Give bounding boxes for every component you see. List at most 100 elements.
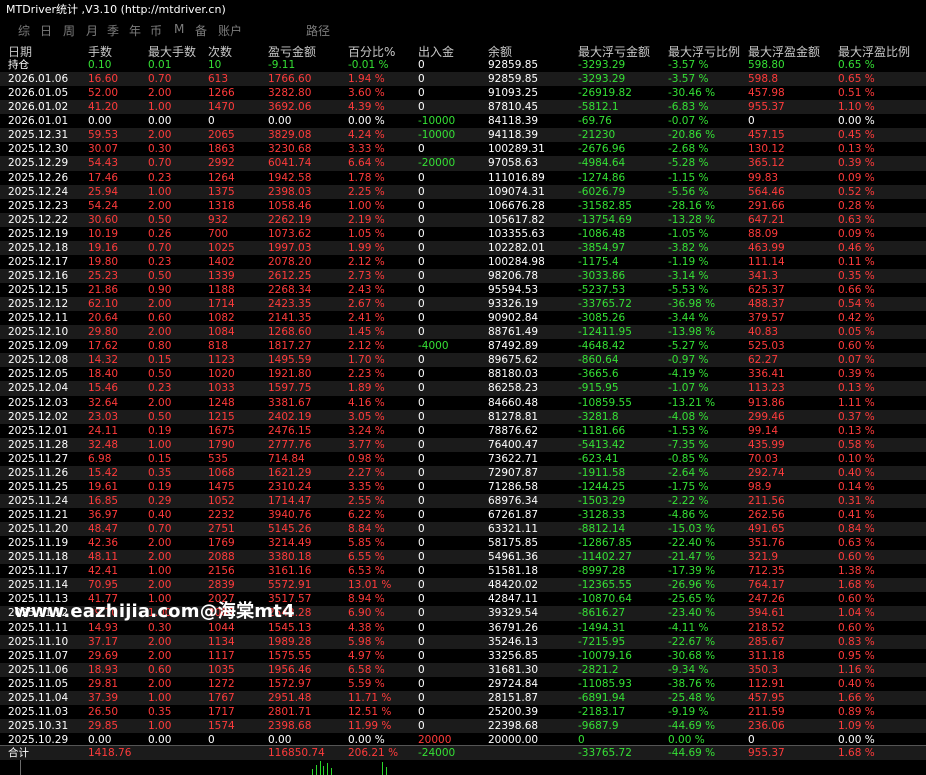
- cell-max-float-loss-pct: -3.57 %: [668, 59, 709, 71]
- cell-count: 2992: [208, 157, 235, 170]
- cell-max-float-loss-pct: -7.35 %: [668, 438, 709, 451]
- table-row[interactable]: 2025.12.08 14.32 0.15 1123 1495.59 1.70 % 0 896…: [0, 353, 926, 368]
- cell-max-float-profit-pct: 0.54 %: [838, 298, 875, 311]
- table-row[interactable]: 2025.11.26 15.42 0.35 1068 1621.29 2.27 % 0 729…: [0, 465, 926, 480]
- table-row[interactable]: 2025.11.03 26.50 0.35 1717 2801.71 12.51 % 0 25…: [0, 705, 926, 719]
- table-row[interactable]: 2025.11.28 32.48 1.00 1790 2777.76 3.77 % 0 764…: [0, 437, 926, 452]
- cell-max-float-loss: -3293.29: [578, 59, 626, 71]
- table-row[interactable]: 2025.12.11 20.64 0.60 1082 2141.35 2.41 % 0 909…: [0, 311, 926, 325]
- table-row[interactable]: 2025.12.30 30.07 0.30 1863 3230.68 3.33 % 0 100…: [0, 142, 926, 156]
- cell-deposit-withdraw: 0: [418, 677, 425, 690]
- cell-pnl: 2801.71: [268, 705, 312, 718]
- table-row[interactable]: 2025.11.10 37.17 2.00 1134 1989.28 5.98 % 0 352…: [0, 634, 926, 649]
- table-row[interactable]: 2025.12.24 25.94 1.00 1375 2398.03 2.25 % 0 109…: [0, 184, 926, 199]
- cell-max-float-profit-pct: 0.52 %: [838, 185, 875, 198]
- cell-count: 0: [208, 115, 215, 128]
- table-row[interactable]: 2025.11.24 16.85 0.29 1052 1714.47 2.55 % 0 689…: [0, 493, 926, 508]
- cell-percent: 4.97 %: [348, 649, 385, 662]
- tab-m[interactable]: M: [174, 22, 184, 36]
- table-row[interactable]: 2025.11.05 29.81 2.00 1272 1572.97 5.59 % 0 297…: [0, 677, 926, 691]
- tab-account[interactable]: 账户: [218, 22, 242, 39]
- cell-balance: 68976.34: [488, 494, 539, 507]
- table-row[interactable]: 2025.12.22 30.60 0.50 932 2262.19 2.19 % 0 1056…: [0, 212, 926, 227]
- table-row[interactable]: 2025.11.06 18.93 0.60 1035 1956.46 6.58 % 0 316…: [0, 662, 926, 677]
- table-row[interactable]: 2025.11.14 70.95 2.00 2839 5572.91 13.01 % 0 48…: [0, 578, 926, 593]
- tab-week[interactable]: 周: [63, 22, 75, 39]
- table-row[interactable]: 持仓 0.10 0.01 10 -9.11 -0.01 % 0 92859.85 -3293.2…: [0, 58, 926, 72]
- cell-max-float-profit-pct: 1.10 %: [838, 101, 875, 114]
- cell-max-float-profit-pct: 0.63 %: [838, 537, 875, 550]
- table-row[interactable]: 2025.12.02 23.03 0.50 1215 2402.19 3.05 % 0 812…: [0, 409, 926, 424]
- cell-deposit-withdraw: 0: [418, 255, 425, 268]
- cell-count: 1475: [208, 480, 235, 493]
- tab-note[interactable]: 备: [195, 22, 207, 39]
- cell-lots: 30.60: [88, 213, 119, 226]
- table-row[interactable]: 2025.11.19 42.36 2.00 1769 3214.49 5.85 % 0 581…: [0, 536, 926, 550]
- cell-date: 2025.12.31: [8, 129, 69, 142]
- table-row[interactable]: 2025.12.16 25.23 0.50 1339 2612.25 2.73 % 0 982…: [0, 268, 926, 283]
- table-row[interactable]: 2026.01.01 0.00 0.00 0 0.00 0.00 % -10000 84118…: [0, 114, 926, 128]
- table-row[interactable]: 2025.12.18 19.16 0.70 1025 1997.03 1.99 % 0 102…: [0, 240, 926, 255]
- table-row[interactable]: 2025.12.12 62.10 2.00 1714 2423.35 2.67 % 0 933…: [0, 297, 926, 312]
- cell-count: 1215: [208, 410, 235, 423]
- cell-count: 1717: [208, 705, 235, 718]
- cell-pnl: 3214.49: [268, 537, 312, 550]
- table-row[interactable]: 2025.12.15 21.86 0.90 1188 2268.34 2.43 % 0 955…: [0, 283, 926, 297]
- table-row[interactable]: 2026.01.02 41.20 1.00 1470 3692.06 4.39 % 0 878…: [0, 100, 926, 115]
- table-row[interactable]: 2026.01.06 16.60 0.70 613 1766.60 1.94 % 0 9285…: [0, 72, 926, 87]
- table-row[interactable]: 2025.11.07 29.69 2.00 1117 1575.55 4.97 % 0 332…: [0, 649, 926, 663]
- tab-month[interactable]: 月: [86, 22, 98, 39]
- cell-percent: 4.38 %: [348, 621, 385, 634]
- cell-max-float-loss-pct: -30.46 %: [668, 87, 716, 100]
- cell-percent: 2.12 %: [348, 340, 385, 353]
- tab-quarter[interactable]: 季: [107, 22, 119, 39]
- cell-max-float-profit-pct: 0.60 %: [838, 340, 875, 353]
- tab-year[interactable]: 年: [129, 22, 141, 39]
- table-row[interactable]: 2025.11.21 36.97 0.40 2232 3940.76 6.22 % 0 672…: [0, 508, 926, 522]
- table-row[interactable]: 2025.12.31 59.53 2.00 2065 3829.08 4.24 % -100…: [0, 128, 926, 143]
- table-row[interactable]: 2025.12.05 18.40 0.50 1020 1921.80 2.23 % 0 881…: [0, 367, 926, 381]
- cell-date: 2025.12.29: [8, 157, 69, 170]
- table-row[interactable]: 2025.12.26 17.46 0.23 1264 1942.58 1.78 % 0 111…: [0, 171, 926, 185]
- tab-path[interactable]: 路径: [306, 22, 330, 39]
- table-row[interactable]: 2026.01.05 52.00 2.00 1266 3282.80 3.60 % 0 910…: [0, 86, 926, 100]
- cell-pnl: 5145.26: [268, 523, 312, 536]
- table-row[interactable]: 2025.12.23 54.24 2.00 1318 1058.46 1.00 % 0 106…: [0, 199, 926, 213]
- cell-pnl: 2398.68: [268, 719, 312, 732]
- table-row[interactable]: 2025.11.04 37.39 1.00 1767 2951.48 11.71 % 0 28…: [0, 690, 926, 705]
- table-row[interactable]: 2025.11.18 48.11 2.00 2088 3380.18 6.55 % 0 549…: [0, 550, 926, 565]
- cell-percent: 0.98 %: [348, 452, 385, 465]
- cell-count: 2839: [208, 579, 235, 592]
- table-row[interactable]: 2025.12.01 24.11 0.19 1675 2476.15 3.24 % 0 788…: [0, 424, 926, 438]
- table-row[interactable]: 2025.12.10 29.80 2.00 1084 1268.60 1.45 % 0 887…: [0, 325, 926, 340]
- table-row[interactable]: 2025.12.17 19.80 0.23 1402 2078.20 2.12 % 0 100…: [0, 255, 926, 269]
- table-row[interactable]: 2025.12.19 10.19 0.26 700 1073.62 1.05 % 0 1033…: [0, 227, 926, 241]
- table-row[interactable]: 2025.11.27 6.98 0.15 535 714.84 0.98 % 0 73622.…: [0, 452, 926, 466]
- cell-deposit-withdraw: 0: [418, 354, 425, 367]
- cell-deposit-withdraw: 0: [418, 213, 425, 226]
- cell-lots: 42.41: [88, 565, 119, 578]
- tab-currency[interactable]: 币: [150, 22, 162, 39]
- table-row[interactable]: 2025.12.03 32.64 2.00 1248 3381.67 4.16 % 0 846…: [0, 396, 926, 410]
- cell-lots: 48.11: [88, 551, 119, 564]
- cell-date: 2025.11.28: [8, 438, 69, 451]
- table-row[interactable]: 2025.12.29 54.43 0.70 2992 6041.74 6.64 % -200…: [0, 156, 926, 171]
- cell-max-lots: 0.70: [148, 523, 172, 536]
- cell-pnl: 1997.03: [268, 241, 312, 254]
- cell-lots: 29.80: [88, 326, 119, 339]
- cell-lots: 29.69: [88, 649, 119, 662]
- table-row[interactable]: 2025.11.20 48.47 0.70 2751 5145.26 8.84 % 0 633…: [0, 522, 926, 537]
- cell-balance: 88761.49: [488, 326, 539, 339]
- cell-max-float-loss: -2821.2: [578, 663, 619, 676]
- table-row[interactable]: 2025.12.04 15.46 0.23 1033 1597.75 1.89 % 0 862…: [0, 381, 926, 396]
- tab-summary[interactable]: 综: [18, 22, 30, 39]
- cell-max-lots: 0.60: [148, 312, 172, 325]
- cell-balance: 111016.89: [488, 171, 545, 184]
- table-row[interactable]: 2025.11.25 19.61 0.19 1475 2310.24 3.35 % 0 712…: [0, 480, 926, 494]
- table-row[interactable]: 2025.11.17 42.41 1.00 2156 3161.16 6.53 % 0 515…: [0, 564, 926, 578]
- cell-deposit-withdraw: 0: [418, 171, 425, 184]
- table-row[interactable]: 2025.12.09 17.62 0.80 818 1817.27 2.12 % -4000…: [0, 339, 926, 353]
- cell-count: 1248: [208, 396, 235, 409]
- table-row[interactable]: 2025.10.31 29.85 1.00 1574 2398.68 11.99 % 0 22…: [0, 718, 926, 733]
- tab-day[interactable]: 日: [40, 22, 52, 39]
